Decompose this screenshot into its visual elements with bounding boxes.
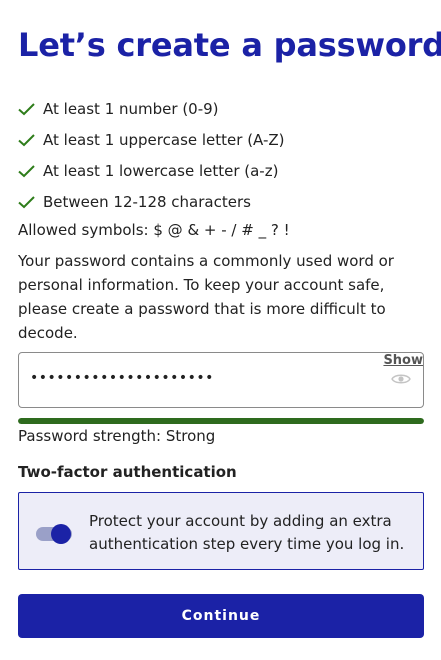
page-title: Let’s create a password [18, 26, 441, 64]
requirement-item: Between 12-128 characters [18, 186, 424, 217]
eye-icon[interactable] [391, 372, 411, 386]
password-value: ••••••••••••••••••••• [30, 370, 214, 386]
requirement-label: At least 1 uppercase letter (A-Z) [43, 130, 285, 149]
password-warning-text: Your password contains a commonly used w… [18, 252, 394, 342]
requirement-item: At least 1 uppercase letter (A-Z) [18, 124, 424, 155]
requirement-item: At least 1 number (0-9) [18, 93, 424, 124]
password-strength-meter [18, 418, 424, 424]
allowed-symbols-text: Allowed symbols: $ @ & + - / # _ ? ! [18, 221, 290, 239]
password-strength-label: Password strength: Strong [18, 427, 216, 445]
password-input[interactable]: ••••••••••••••••••••• Show [18, 352, 424, 408]
checkmark-icon [18, 133, 35, 146]
requirements-list: At least 1 number (0-9) At least 1 upper… [18, 93, 424, 217]
password-strength-fill [18, 418, 424, 424]
requirement-label: Between 12-128 characters [43, 192, 251, 211]
toggle-knob [51, 524, 71, 544]
checkmark-icon [18, 195, 35, 208]
requirement-label: At least 1 lowercase letter (a-z) [43, 161, 279, 180]
two-factor-heading: Two-factor authentication [18, 463, 237, 481]
requirement-label: At least 1 number (0-9) [43, 99, 219, 118]
show-password-button[interactable]: Show [383, 353, 423, 368]
two-factor-description: Protect your account by adding an extra … [89, 512, 405, 553]
checkmark-icon [18, 102, 35, 115]
checkmark-icon [18, 164, 35, 177]
two-factor-toggle[interactable] [36, 524, 72, 544]
continue-button[interactable]: Continue [18, 594, 424, 638]
requirement-item: At least 1 lowercase letter (a-z) [18, 155, 424, 186]
two-factor-card: Protect your account by adding an extra … [18, 492, 424, 570]
